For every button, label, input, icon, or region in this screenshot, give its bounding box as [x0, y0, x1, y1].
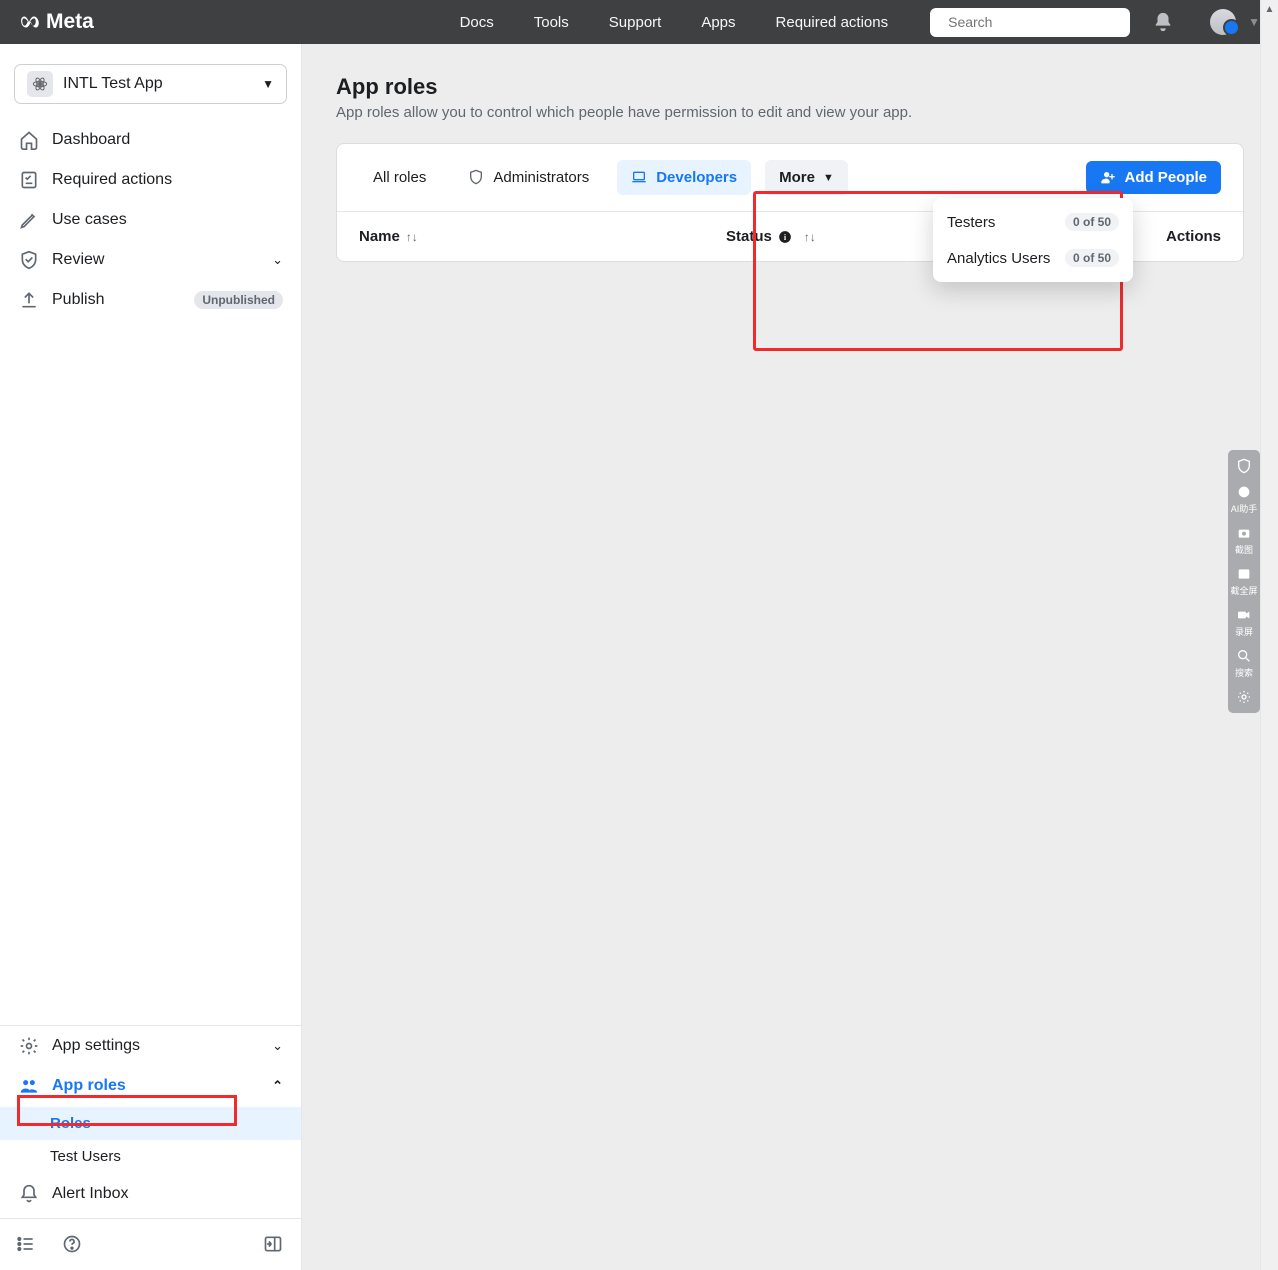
chevron-up-icon: ⌃: [272, 1078, 283, 1094]
upload-icon: [18, 289, 40, 311]
sidebar-item-review[interactable]: Review ⌄: [0, 240, 301, 280]
float-tool-fullscreen[interactable]: 截全屏: [1230, 566, 1257, 597]
col-status: Status: [726, 228, 772, 245]
home-icon: [18, 129, 40, 151]
sidebar-item-label: Publish: [52, 291, 104, 309]
tab-administrators[interactable]: Administrators: [454, 160, 603, 195]
collapse-icon[interactable]: [263, 1234, 285, 1256]
scroll-up-icon[interactable]: ▲: [1261, 0, 1278, 18]
checklist-icon: [18, 169, 40, 191]
floating-toolbar: AI助手 截图 截全屏 录屏 搜索: [1228, 450, 1260, 713]
brand-logo[interactable]: Meta: [18, 10, 94, 34]
sidebar-item-label: App settings: [52, 1037, 140, 1055]
search-box[interactable]: [930, 8, 1130, 37]
sort-icon[interactable]: ↑↓: [804, 230, 816, 244]
page-description: App roles allow you to control which peo…: [336, 104, 1244, 121]
publish-status-pill: Unpublished: [194, 291, 283, 309]
people-icon: [18, 1075, 40, 1097]
page-title: App roles: [336, 74, 1244, 100]
nav-links: Docs Tools Support Apps Required actions…: [440, 4, 1260, 41]
chevron-down-icon: ⌄: [272, 1038, 283, 1054]
dropdown-item-analytics-users[interactable]: Analytics Users 0 of 50: [933, 240, 1133, 276]
bell-outline-icon: [18, 1183, 40, 1205]
sidebar-item-label: Dashboard: [52, 131, 130, 149]
float-tool-shield[interactable]: [1236, 458, 1252, 474]
float-tool-record[interactable]: 录屏: [1235, 607, 1253, 638]
sidebar-item-app-settings[interactable]: App settings ⌄: [0, 1026, 301, 1066]
float-tool-ai[interactable]: AI助手: [1231, 484, 1258, 515]
float-tool-search[interactable]: 搜索: [1235, 648, 1253, 679]
info-icon: i: [778, 230, 792, 244]
nav-required-actions[interactable]: Required actions: [756, 4, 909, 41]
col-name[interactable]: Name: [359, 228, 400, 245]
nav-tools[interactable]: Tools: [514, 4, 589, 41]
brand-name: Meta: [46, 10, 94, 34]
main-content: App roles App roles allow you to control…: [302, 44, 1278, 1270]
float-tool-settings[interactable]: [1236, 689, 1252, 705]
account-caret-icon[interactable]: ▼: [1248, 15, 1260, 29]
float-tool-screenshot[interactable]: 截图: [1235, 525, 1253, 556]
roles-card: All roles Administrators Developers More…: [336, 143, 1244, 262]
app-selector[interactable]: INTL Test App ▼: [14, 64, 287, 104]
sidebar-top-list: Dashboard Required actions Use cases Rev…: [0, 118, 301, 322]
sidebar-bottom-list: App settings ⌄ App roles ⌃ Roles Test Us…: [0, 1025, 301, 1218]
avatar[interactable]: [1210, 9, 1236, 35]
dropdown-item-testers[interactable]: Testers 0 of 50: [933, 204, 1133, 240]
sidebar-sub-app-roles: Roles Test Users: [0, 1106, 301, 1174]
nav-apps[interactable]: Apps: [681, 4, 755, 41]
dropdown-item-label: Testers: [947, 214, 995, 231]
add-person-icon: [1100, 170, 1116, 186]
sidebar-item-dashboard[interactable]: Dashboard: [0, 120, 301, 160]
meta-icon: [18, 11, 40, 33]
nav-support[interactable]: Support: [589, 4, 682, 41]
tab-more[interactable]: More ▼: [765, 160, 848, 195]
tab-label: Developers: [656, 169, 737, 186]
nav-docs[interactable]: Docs: [440, 4, 514, 41]
sidebar-item-publish[interactable]: Publish Unpublished: [0, 280, 301, 320]
top-nav: Meta Docs Tools Support Apps Required ac…: [0, 0, 1278, 44]
chevron-down-icon: ⌄: [272, 252, 283, 268]
scrollbar[interactable]: ▲: [1260, 0, 1278, 1270]
sidebar-item-alert-inbox[interactable]: Alert Inbox: [0, 1174, 301, 1214]
sidebar-item-label: Required actions: [52, 171, 172, 189]
chevron-down-icon: ▼: [823, 172, 834, 184]
sidebar-sub-roles[interactable]: Roles: [0, 1107, 301, 1140]
laptop-icon: [631, 169, 648, 186]
col-actions: Actions: [1166, 228, 1221, 245]
sidebar-item-label: Alert Inbox: [52, 1185, 128, 1203]
sidebar: INTL Test App ▼ Dashboard Required actio…: [0, 44, 302, 1270]
sidebar-item-label: App roles: [52, 1077, 126, 1095]
shield-check-icon: [18, 249, 40, 271]
tab-all-roles[interactable]: All roles: [359, 160, 440, 195]
list-icon[interactable]: [16, 1234, 38, 1256]
dropdown-item-badge: 0 of 50: [1065, 249, 1119, 267]
roles-tab-row: All roles Administrators Developers More…: [337, 144, 1243, 212]
sidebar-item-required-actions[interactable]: Required actions: [0, 160, 301, 200]
bell-icon[interactable]: [1152, 11, 1174, 33]
sidebar-item-label: Use cases: [52, 211, 127, 229]
pencil-icon: [18, 209, 40, 231]
sidebar-footer: [0, 1218, 301, 1270]
sort-icon[interactable]: ↑↓: [406, 230, 418, 244]
help-icon[interactable]: [62, 1234, 84, 1256]
chevron-down-icon: ▼: [262, 77, 274, 91]
add-people-label: Add People: [1124, 169, 1207, 186]
sidebar-item-app-roles[interactable]: App roles ⌃: [0, 1066, 301, 1106]
sidebar-item-label: Review: [52, 251, 104, 269]
shield-icon: [468, 169, 485, 186]
more-dropdown: Testers 0 of 50 Analytics Users 0 of 50: [933, 198, 1133, 282]
tab-developers[interactable]: Developers: [617, 160, 751, 195]
tab-label: More: [779, 169, 815, 186]
tab-label: Administrators: [493, 169, 589, 186]
app-icon: [27, 71, 53, 97]
sidebar-sub-test-users[interactable]: Test Users: [0, 1140, 301, 1173]
sidebar-item-use-cases[interactable]: Use cases: [0, 200, 301, 240]
search-input[interactable]: [948, 14, 1129, 30]
gear-icon: [18, 1035, 40, 1057]
dropdown-item-label: Analytics Users: [947, 250, 1050, 267]
app-name: INTL Test App: [63, 75, 252, 93]
col-status-wrap[interactable]: Status i ↑↓: [726, 228, 816, 245]
add-people-button[interactable]: Add People: [1086, 161, 1221, 194]
dropdown-item-badge: 0 of 50: [1065, 213, 1119, 231]
